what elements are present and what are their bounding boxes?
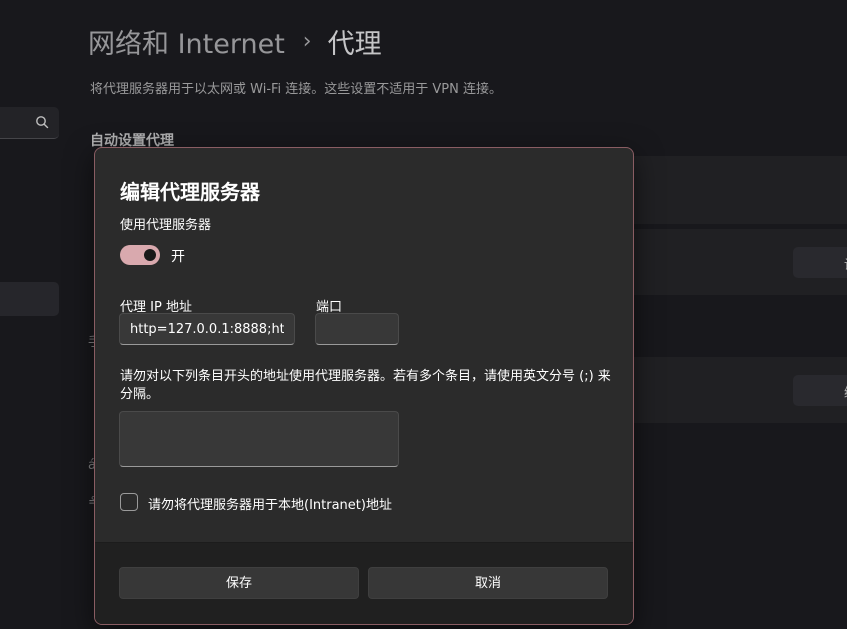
use-proxy-label: 使用代理服务器 [120, 218, 212, 233]
local-address-checkbox[interactable] [120, 493, 138, 511]
exceptions-textarea[interactable] [119, 411, 399, 467]
save-button[interactable]: 保存 [119, 567, 359, 599]
local-address-checkbox-label[interactable]: 请勿将代理服务器用于本地(Intranet)地址 [148, 494, 392, 513]
use-proxy-toggle[interactable] [120, 245, 160, 265]
dialog-footer: 保存 取消 [95, 542, 633, 624]
port-input[interactable] [315, 313, 399, 345]
cancel-button[interactable]: 取消 [368, 567, 608, 599]
toggle-knob [144, 249, 156, 261]
exceptions-help-text: 请勿对以下列条目开头的地址使用代理服务器。若有多个条目，请使用英文分号 (;) … [120, 369, 611, 402]
dialog-title: 编辑代理服务器 [120, 180, 260, 204]
proxy-ip-input[interactable] [119, 313, 295, 345]
toggle-state-label: 开 [171, 249, 185, 265]
edit-proxy-dialog: 编辑代理服务器 使用代理服务器 开 代理 IP 地址 端口 请勿对以下列条目开头… [94, 147, 634, 625]
